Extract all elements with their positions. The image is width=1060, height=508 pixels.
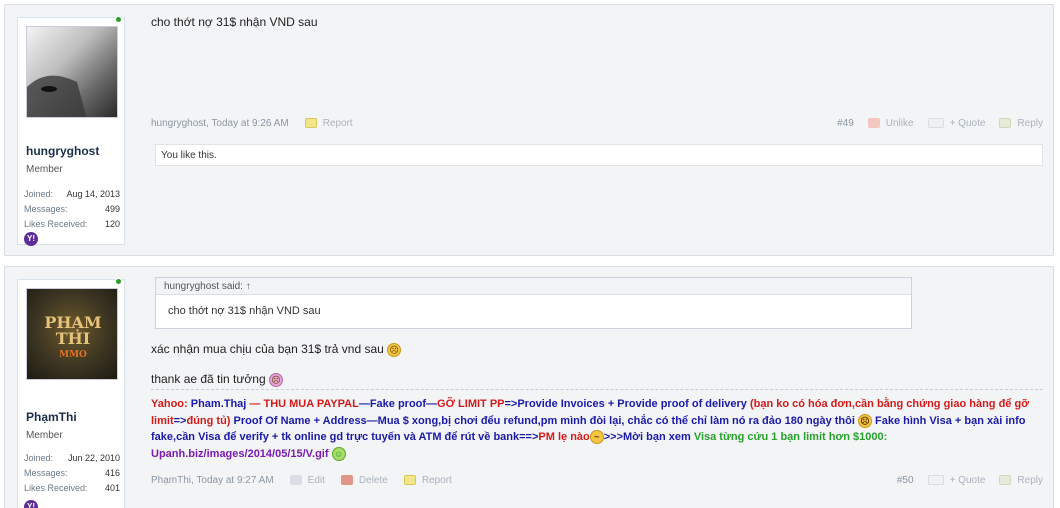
online-status-icon xyxy=(115,278,122,285)
sad-smiley-icon: ☹ xyxy=(387,342,402,357)
online-status-icon xyxy=(115,16,122,23)
quote-label: + Quote xyxy=(949,474,986,486)
message-line-1-text: xác nhận mua chịu của bạn 31$ trả vnd sa… xyxy=(151,342,384,356)
crying-smiley-icon: ☹ xyxy=(269,372,283,387)
message-line-2: thank ae đã tin tưởng ☹ xyxy=(151,372,1043,387)
post-number[interactable]: #50 xyxy=(897,475,914,486)
delete-button[interactable]: Delete xyxy=(340,474,388,486)
report-button[interactable]: Report xyxy=(403,474,452,486)
quote-text: cho thớt nợ 31$ nhận VND sau xyxy=(168,305,321,317)
user-card: hungryghost Member Joined: Aug 14, 2013 M… xyxy=(17,16,125,246)
edit-icon xyxy=(289,475,302,485)
message-line-2-text: thank ae đã tin tưởng xyxy=(151,372,266,386)
messages-value[interactable]: 416 xyxy=(105,466,120,481)
post-author-date[interactable]: hungryghost, Today at 9:26 AM xyxy=(151,118,289,129)
quote-button[interactable]: + Quote xyxy=(927,117,986,129)
report-label: Report xyxy=(421,474,452,486)
quote-icon xyxy=(927,475,944,485)
report-icon xyxy=(304,118,317,128)
reply-icon xyxy=(999,118,1012,128)
sig-link[interactable]: Upanh.biz/images/2014/05/15/V.gif xyxy=(151,448,329,460)
quote-attribution[interactable]: hungryghost said: ↑ xyxy=(156,278,911,295)
report-button[interactable]: Report xyxy=(304,117,353,129)
user-stats: Joined: Jun 22, 2010 Messages: 416 Likes R… xyxy=(24,451,120,496)
yahoo-icon[interactable]: Y! xyxy=(24,232,38,246)
quote-icon xyxy=(927,118,944,128)
message-meta: hungryghost, Today at 9:26 AM Report #49… xyxy=(151,115,1043,131)
unlike-icon xyxy=(867,118,880,128)
reply-label: Reply xyxy=(1017,117,1043,129)
messages-label: Messages: xyxy=(24,204,68,214)
likes-received-label: Likes Received: xyxy=(24,219,88,229)
sig-yahoo-id[interactable]: Pham.Thaj xyxy=(191,398,247,410)
likes-received-label: Likes Received: xyxy=(24,483,88,493)
unlike-button[interactable]: Unlike xyxy=(867,117,914,129)
sig-fake-proof: —Fake proof— xyxy=(358,398,438,410)
sig-proof-of-name: Proof Of Name + Address—Mua $ xong,bị ch… xyxy=(230,414,858,427)
likes-summary: You like this. xyxy=(155,144,1043,166)
sig-thu-mua: — THU MUA PAYPAL xyxy=(246,398,359,410)
message-meta: PhạmThi, Today at 9:27 AM Edit Delete Re… xyxy=(151,472,1043,488)
delete-label: Delete xyxy=(358,474,388,486)
quote-label: + Quote xyxy=(949,117,986,129)
yahoo-icon[interactable]: Y! xyxy=(24,500,38,508)
message-line-1: xác nhận mua chịu của bạn 31$ trả vnd sa… xyxy=(151,342,1043,357)
messages-value[interactable]: 499 xyxy=(105,202,120,217)
report-label: Report xyxy=(322,117,353,129)
avatar-image xyxy=(27,75,87,117)
username[interactable]: hungryghost xyxy=(26,144,99,158)
sig-arrow: => xyxy=(173,414,187,427)
likes-received-value[interactable]: 120 xyxy=(105,217,120,232)
avatar-logo-line-3: MMO xyxy=(59,350,87,360)
signature: Yahoo: Pham.Thaj — THU MUA PAYPAL—Fake p… xyxy=(151,389,1043,462)
grin-smiley-icon: ☺ xyxy=(331,446,346,461)
joined-value: Jun 22, 2010 xyxy=(67,453,120,463)
reply-label: Reply xyxy=(1017,474,1043,486)
likes-received-value[interactable]: 401 xyxy=(105,481,120,496)
messages-label: Messages: xyxy=(24,468,68,478)
avatar-logo: PHẠM THI MMO xyxy=(27,315,117,363)
user-card: PHẠM THI MMO PhạmThi Member Joined: Jun 2… xyxy=(17,278,125,508)
unlike-label: Unlike xyxy=(885,117,914,129)
post-50: PHẠM THI MMO PhạmThi Member Joined: Jun 2… xyxy=(4,266,1054,508)
joined-label: Joined: xyxy=(24,189,54,199)
user-title: Member xyxy=(26,164,63,175)
sad-smiley-icon: ☹ xyxy=(857,413,872,428)
report-icon xyxy=(403,475,416,485)
post-number[interactable]: #49 xyxy=(837,118,854,129)
post-author-date[interactable]: PhạmThi, Today at 9:27 AM xyxy=(151,475,274,486)
edit-button[interactable]: Edit xyxy=(289,474,325,486)
quote-block: hungryghost said: ↑ cho thớt nợ 31$ nhận… xyxy=(155,277,912,329)
sig-go-limit: GỠ LIMIT PP xyxy=(437,398,505,410)
avatar[interactable]: PHẠM THI MMO xyxy=(26,288,118,380)
sig-provide: =>Provide Invoices + Provide proof of de… xyxy=(504,398,750,410)
reply-button[interactable]: Reply xyxy=(999,118,1043,129)
joined-label: Joined: xyxy=(24,453,54,463)
reply-icon xyxy=(999,475,1012,485)
avatar[interactable] xyxy=(26,26,118,118)
sig-visa-cuu: Visa từng cứu 1 bạn limit hơn $1000: xyxy=(693,431,888,443)
sig-pm: PM lẹ nào xyxy=(538,431,590,443)
username[interactable]: PhạmThi xyxy=(26,410,77,424)
edit-label: Edit xyxy=(307,474,325,486)
joined-value: Aug 14, 2013 xyxy=(66,189,120,199)
quote-button[interactable]: + Quote xyxy=(927,474,986,486)
sig-moi-ban: >>>Mời bạn xem xyxy=(603,431,694,443)
avatar-logo-line-2: THI xyxy=(55,329,91,348)
user-title: Member xyxy=(26,430,63,441)
sig-yahoo-label: Yahoo: xyxy=(151,398,191,410)
message-text: cho thớt nợ 31$ nhận VND sau xyxy=(151,15,318,29)
post-49: hungryghost Member Joined: Aug 14, 2013 M… xyxy=(4,4,1054,256)
reply-button[interactable]: Reply xyxy=(999,475,1043,486)
delete-icon xyxy=(340,475,353,485)
confused-smiley-icon: ~ xyxy=(589,430,604,445)
user-stats: Joined: Aug 14, 2013 Messages: 499 Likes R… xyxy=(24,187,120,232)
sig-dung-tu: đúng tủ) xyxy=(186,414,231,427)
